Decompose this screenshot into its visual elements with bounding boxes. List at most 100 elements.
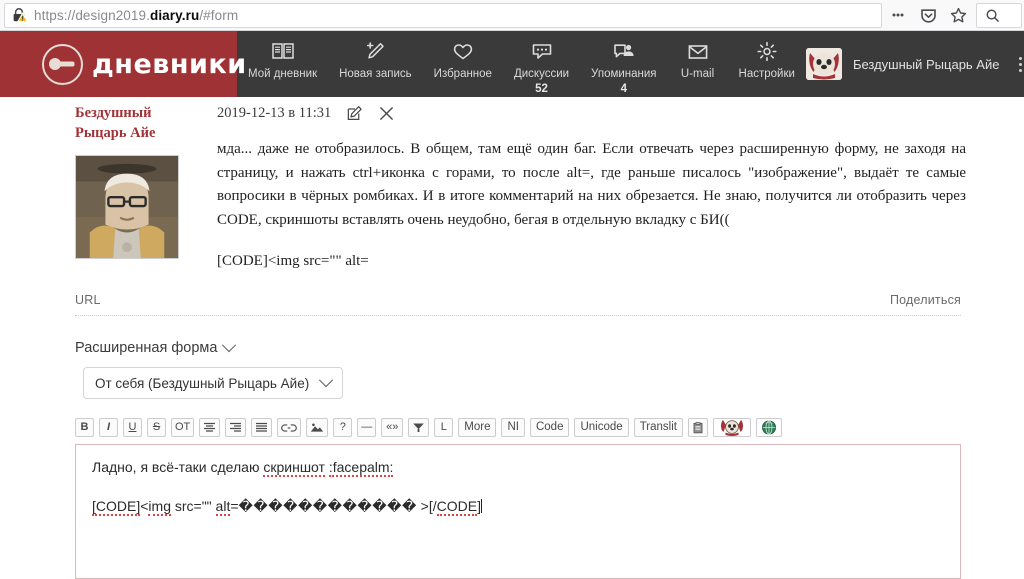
comment-editor[interactable]: Ладно, я всё-таки сделаю скриншот :facep… <box>75 444 961 579</box>
main-nav: Мой дневник Новая запись Избранное Диску… <box>237 31 806 97</box>
editor-code-close-tag: CODE <box>436 498 478 516</box>
edit-pencil-icon[interactable] <box>345 104 363 122</box>
chevron-down-icon <box>319 373 334 388</box>
nav-item-favorites[interactable]: Избранное <box>423 39 503 82</box>
help-button[interactable]: ? <box>333 418 353 437</box>
post-author-avatar-icon <box>75 155 179 260</box>
link-icon[interactable] <box>277 418 302 437</box>
editor-img-tag: img <box>148 498 171 516</box>
nav-item-settings[interactable]: Настройки <box>728 39 806 81</box>
post-author-name[interactable]: Бездушный Рыцарь Айе <box>75 104 197 143</box>
bookmark-star-icon[interactable] <box>944 3 972 28</box>
chat-bubble-icon <box>531 39 553 64</box>
horizontal-rule-button[interactable]: — <box>357 418 377 437</box>
nav-label: Избранное <box>433 68 492 80</box>
align-right-icon[interactable] <box>225 418 247 437</box>
more-cut-icon[interactable] <box>408 418 430 437</box>
ot-button[interactable]: OT <box>171 418 195 437</box>
page-content: Бездушный Рыцарь Айе 2019-12-13 в 11:31 … <box>0 97 1024 579</box>
insert-image-icon[interactable] <box>306 418 329 437</box>
unicode-button[interactable]: Unicode <box>574 418 629 437</box>
nav-item-umail[interactable]: U-mail <box>668 39 728 81</box>
post-as-select[interactable]: От себя (Бездушный Рыцарь Айе) <box>83 367 344 399</box>
translit-button[interactable]: Translit <box>633 418 683 437</box>
post-main: 2019-12-13 в 11:31 мда... даже не отобра… <box>217 103 966 270</box>
nav-count-discussions: 52 <box>535 83 548 96</box>
align-justify-icon[interactable] <box>251 418 273 437</box>
smiley-dog-icon[interactable] <box>712 418 751 437</box>
editor-line-2: [CODE]<img src="" alt=������������ >[/CO… <box>92 496 944 517</box>
editor-misspelled-word: скриншот <box>263 459 325 477</box>
site-header: дневники Мой дневник Новая запись Избран… <box>0 31 1024 97</box>
post-code-text: [CODE]<img src="" alt= <box>217 252 369 269</box>
paste-clipboard-icon[interactable] <box>687 418 708 437</box>
align-center-icon[interactable] <box>199 418 221 437</box>
smiley-green-icon[interactable] <box>755 418 782 437</box>
share-label[interactable]: Поделиться <box>890 293 961 307</box>
editor-toolbar: B I U S OT ? — «» L More NI Code Unicode… <box>75 418 782 437</box>
post-body-text: мда... даже не отобразилось. В общем, та… <box>217 141 966 229</box>
editor-replacement-chars: ������������ <box>238 498 417 514</box>
kebab-menu-icon[interactable] <box>1009 50 1024 78</box>
search-input[interactable] <box>976 2 1022 28</box>
extended-form-label: Расширенная форма <box>75 340 218 356</box>
editor-alt-attr: alt <box>215 498 231 516</box>
extended-form-toggle[interactable]: Расширенная форма <box>75 338 237 356</box>
nav-count-mentions: 4 <box>620 83 627 96</box>
editor-close-bracket: >[/ <box>416 498 437 514</box>
editor-src-attr: src="" <box>170 498 216 514</box>
post-date: 2019-12-13 в 11:31 <box>217 104 332 121</box>
search-icon <box>986 9 999 22</box>
nav-label: Настройки <box>738 68 795 80</box>
brand-area: дневники <box>0 31 246 97</box>
quote-button[interactable]: «» <box>381 418 404 437</box>
nav-item-new-post[interactable]: Новая запись <box>328 39 423 81</box>
ni-button[interactable]: NI <box>501 418 525 437</box>
user-name[interactable]: Бездушный Рыцарь Айе <box>853 57 1000 72</box>
chevron-down-icon <box>222 338 237 353</box>
open-book-icon <box>271 39 294 64</box>
close-x-icon[interactable] <box>377 104 395 122</box>
diary-logo-icon[interactable] <box>42 43 83 85</box>
post-as-value: От себя (Бездушный Рыцарь Айе) <box>95 375 310 391</box>
strikethrough-button[interactable]: S <box>147 418 166 437</box>
nav-item-mentions[interactable]: Упоминания 4 <box>580 39 668 97</box>
post-footer-row: URL Поделиться <box>75 293 961 316</box>
italic-button[interactable]: I <box>99 418 118 437</box>
nav-label: U-mail <box>680 68 715 80</box>
post-author-block: Бездушный Рыцарь Айе <box>75 104 197 260</box>
nav-item-my-diary[interactable]: Мой дневник <box>237 39 328 81</box>
nav-label: Новая запись <box>339 68 412 80</box>
gear-icon <box>756 39 778 64</box>
nav-label: Дискуссии <box>513 68 570 80</box>
text-cursor <box>481 499 482 513</box>
nav-item-discussions[interactable]: Дискуссии 52 <box>503 39 580 97</box>
editor-code-open-tag: [CODE] <box>92 498 141 516</box>
post-meta: 2019-12-13 в 11:31 <box>217 103 966 123</box>
warning-lock-icon[interactable] <box>11 7 29 23</box>
url-text: https://design2019.diary.ru/#form <box>34 7 239 23</box>
browser-toolbar: https://design2019.diary.ru/#form <box>0 0 1024 31</box>
more-button[interactable]: More <box>458 418 497 437</box>
code-button[interactable]: Code <box>529 418 570 437</box>
mention-person-icon <box>613 39 635 64</box>
editor-emoticon-code: :facepalm: <box>328 459 394 477</box>
pencil-new-icon <box>364 39 386 64</box>
address-bar[interactable]: https://design2019.diary.ru/#form <box>4 2 882 28</box>
editor-equals: = <box>230 498 239 514</box>
bold-button[interactable]: B <box>75 418 94 437</box>
nav-label: Упоминания <box>591 68 657 80</box>
envelope-icon <box>687 39 709 64</box>
user-zone: Бездушный Рыцарь Айе <box>805 31 1024 97</box>
underline-button[interactable]: U <box>123 418 142 437</box>
nav-label: Мой дневник <box>248 68 318 80</box>
editor-text-a: Ладно, я всё-таки сделаю <box>92 459 264 475</box>
user-avatar-dog-icon[interactable] <box>805 48 842 80</box>
heart-icon <box>452 39 474 64</box>
save-to-pocket-icon[interactable] <box>914 3 942 28</box>
browser-actions <box>884 3 976 28</box>
url-label[interactable]: URL <box>75 293 101 307</box>
page-actions-icon[interactable] <box>884 3 912 28</box>
list-button[interactable]: L <box>434 418 454 437</box>
editor-line-1: Ладно, я всё-таки сделаю скриншот :facep… <box>92 457 944 478</box>
